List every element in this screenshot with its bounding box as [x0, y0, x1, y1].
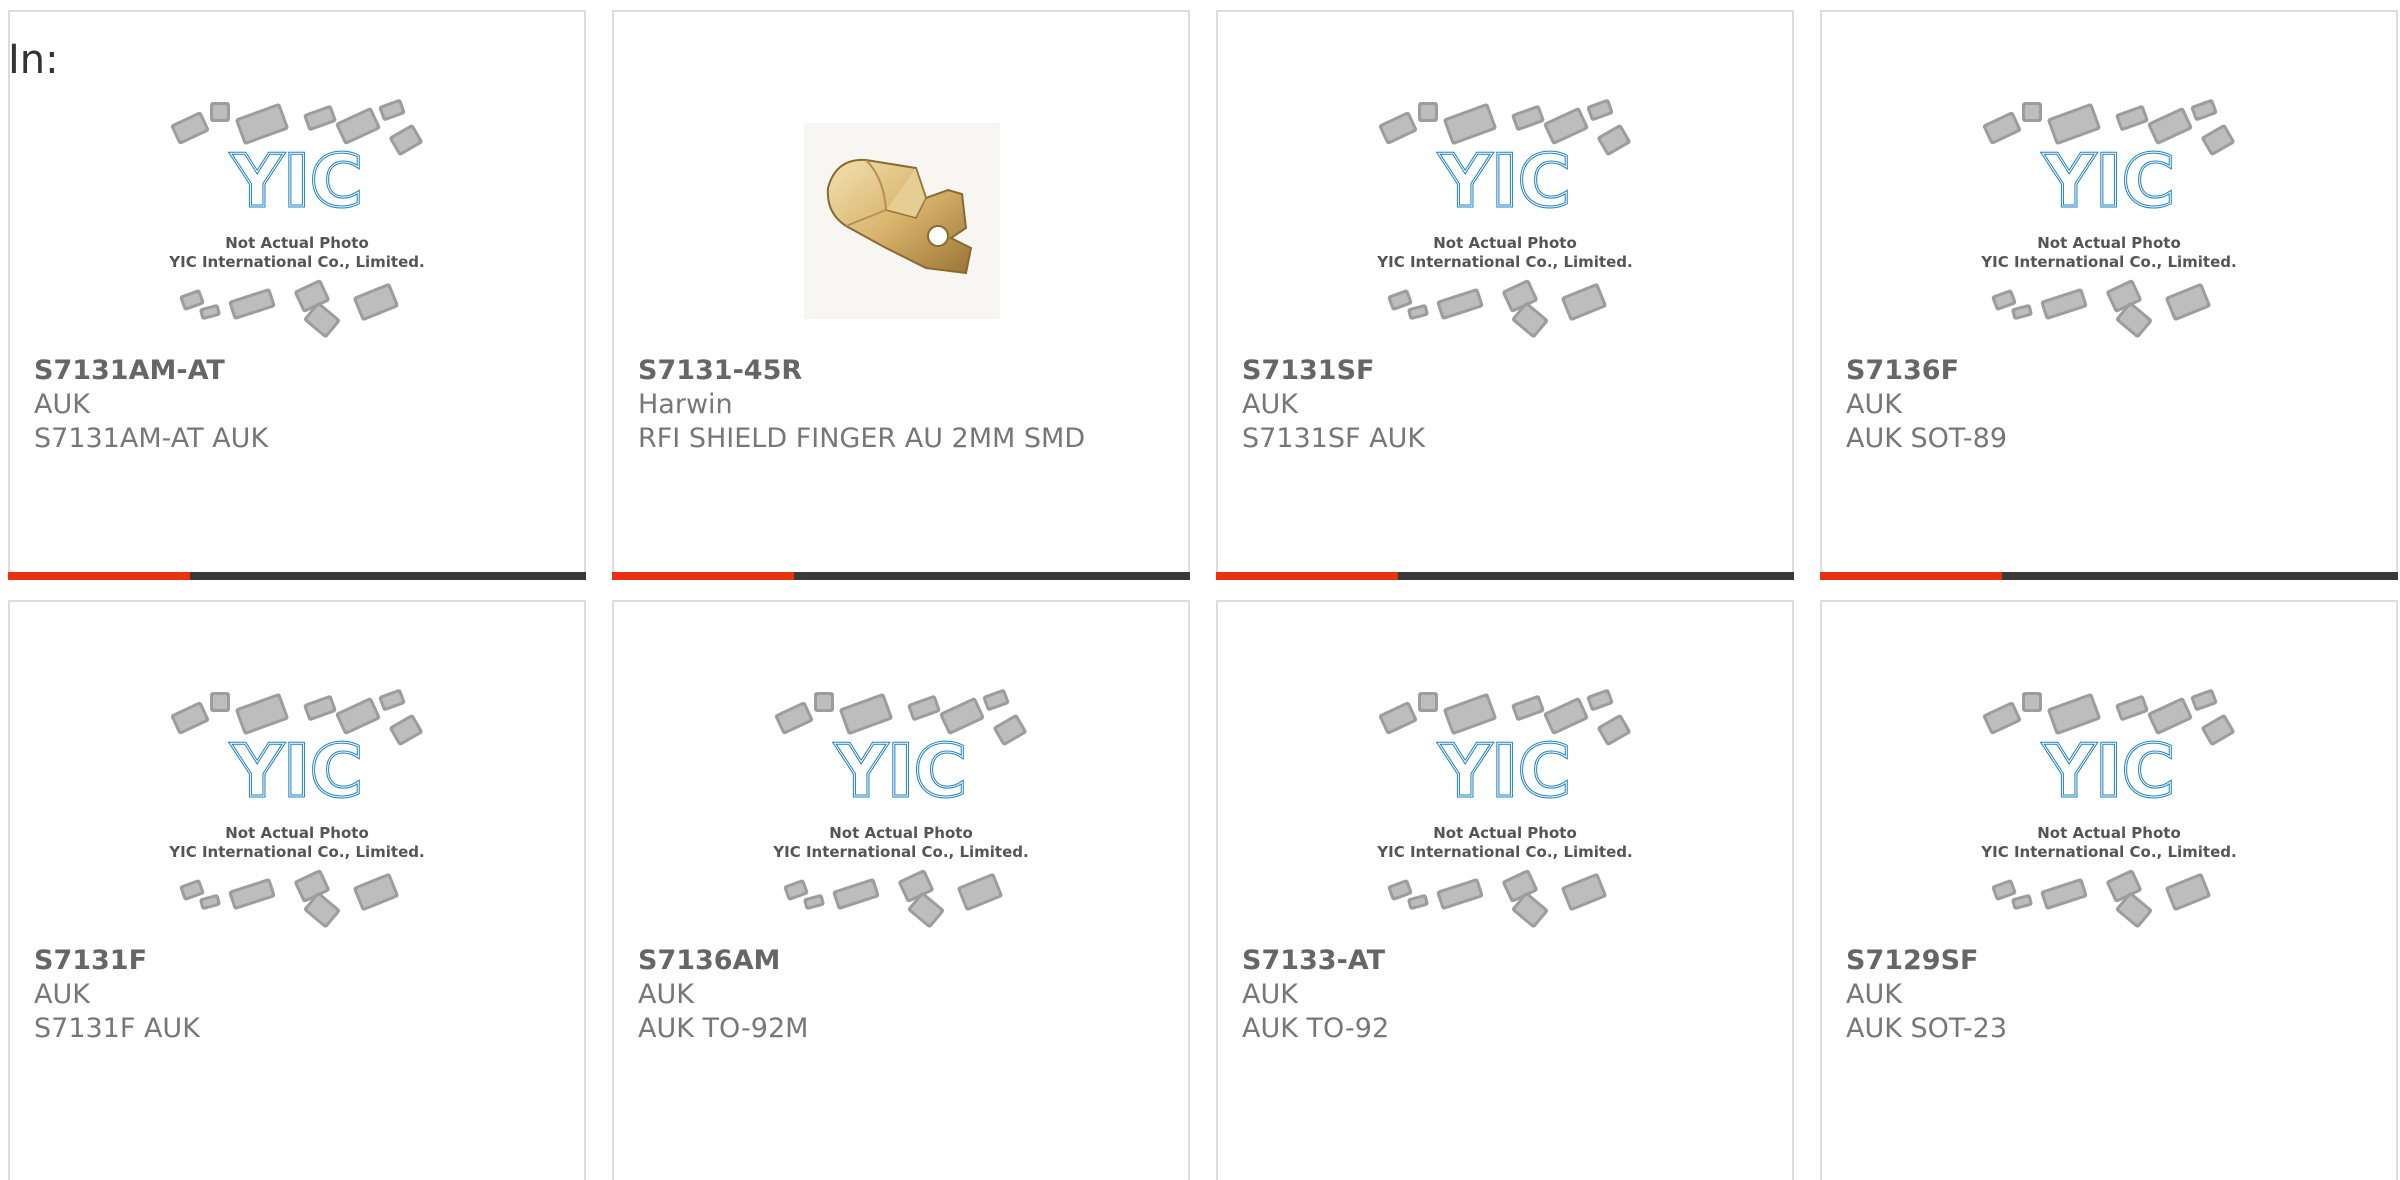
placeholder-line2: YIC International Co., Limited. — [772, 843, 1028, 861]
description: AUK SOT-23 — [1846, 1013, 2008, 1044]
product-info: S7131-45R Harwin RFI SHIELD FINGER AU 2M… — [638, 354, 1164, 456]
placeholder-line1: Not Actual Photo — [2037, 234, 2181, 252]
card-footer-accent — [1216, 572, 1398, 580]
description: S7131F AUK — [34, 1013, 200, 1044]
manufacturer: Harwin — [638, 389, 733, 420]
svg-text:YIC: YIC — [230, 729, 363, 813]
placeholder-line1: Not Actual Photo — [225, 234, 369, 252]
placeholder-line2: YIC International Co., Limited. — [168, 843, 424, 861]
description: AUK TO-92M — [638, 1013, 809, 1044]
product-card[interactable]: YIC YIC Not Actual Photo YIC International … — [1820, 600, 2398, 1180]
product-info: S7129SF AUK AUK SOT-23 — [1846, 944, 2372, 1046]
product-photo — [766, 98, 1036, 348]
shield-finger-image — [804, 123, 1000, 319]
product-image-placeholder: YIC YIC Not Actual Photo YIC International … — [1370, 98, 1640, 348]
product-card[interactable]: YIC YIC Not Actual Photo YIC International … — [1820, 10, 2398, 580]
product-info: S7131AM-AT AUK S7131AM-AT AUK — [34, 354, 560, 456]
svg-text:YIC: YIC — [1438, 139, 1571, 223]
card-footer-bar — [1820, 572, 2398, 580]
svg-text:YIC: YIC — [1438, 729, 1571, 813]
manufacturer: AUK — [34, 389, 90, 420]
placeholder-line2: YIC International Co., Limited. — [1376, 843, 1632, 861]
svg-text:YIC: YIC — [2042, 729, 2175, 813]
part-number[interactable]: S7136AM — [638, 944, 1164, 978]
part-number[interactable]: S7129SF — [1846, 944, 2372, 978]
product-card[interactable]: YIC YIC Not Actual Photo YIC International … — [612, 600, 1190, 1180]
card-footer-accent — [1820, 572, 2002, 580]
manufacturer: AUK — [1846, 389, 1902, 420]
placeholder-line2: YIC International Co., Limited. — [1376, 253, 1632, 271]
product-info: S7131F AUK S7131F AUK — [34, 944, 560, 1046]
part-number[interactable]: S7131F — [34, 944, 560, 978]
part-number[interactable]: S7131-45R — [638, 354, 1164, 388]
placeholder-line2: YIC International Co., Limited. — [1980, 843, 2236, 861]
description: AUK SOT-89 — [1846, 423, 2008, 454]
part-number[interactable]: S7131SF — [1242, 354, 1768, 388]
product-image-placeholder: YIC YIC Not Actual Photo YIC International … — [1370, 688, 1640, 938]
placeholder-line1: Not Actual Photo — [1433, 824, 1577, 842]
card-footer-bar — [8, 572, 586, 580]
product-card[interactable]: YIC YIC Not Actual Photo YIC International … — [8, 600, 586, 1180]
placeholder-line1: Not Actual Photo — [1433, 234, 1577, 252]
svg-text:YIC: YIC — [230, 139, 363, 223]
product-card[interactable]: YIC YIC Not Actual Photo YIC International … — [8, 10, 586, 580]
manufacturer: AUK — [1846, 979, 1902, 1010]
product-card[interactable]: YIC YIC Not Actual Photo YIC International … — [1216, 600, 1794, 1180]
description: S7131SF AUK — [1242, 423, 1426, 454]
product-info: S7133-AT AUK AUK TO-92 — [1242, 944, 1768, 1046]
placeholder-line1: Not Actual Photo — [225, 824, 369, 842]
product-card[interactable]: YIC YIC Not Actual Photo YIC International … — [1216, 10, 1794, 580]
part-number[interactable]: S7133-AT — [1242, 944, 1768, 978]
placeholder-line1: Not Actual Photo — [829, 824, 973, 842]
card-footer-accent — [8, 572, 190, 580]
description: AUK TO-92 — [1242, 1013, 1390, 1044]
product-image-placeholder: YIC YIC Not Actual Photo YIC International … — [1974, 688, 2244, 938]
results-heading: In: — [8, 37, 59, 83]
product-image-placeholder: YIC YIC Not Actual Photo YIC International … — [766, 688, 1036, 938]
product-info: S7136AM AUK AUK TO-92M — [638, 944, 1164, 1046]
placeholder-line1: Not Actual Photo — [2037, 824, 2181, 842]
description: S7131AM-AT AUK — [34, 423, 269, 454]
product-image-placeholder: YIC YIC Not Actual Photo YIC International … — [162, 98, 432, 348]
manufacturer: AUK — [34, 979, 90, 1010]
card-footer-bar — [612, 572, 1190, 580]
card-footer-accent — [612, 572, 794, 580]
card-footer-bar — [1216, 572, 1794, 580]
part-number[interactable]: S7136F — [1846, 354, 2372, 388]
product-info: S7136F AUK AUK SOT-89 — [1846, 354, 2372, 456]
manufacturer: AUK — [638, 979, 694, 1010]
product-image-placeholder: YIC YIC Not Actual Photo YIC International … — [1974, 98, 2244, 348]
manufacturer: AUK — [1242, 979, 1298, 1010]
product-card[interactable]: S7131-45R Harwin RFI SHIELD FINGER AU 2M… — [612, 10, 1190, 580]
placeholder-line2: YIC International Co., Limited. — [168, 253, 424, 271]
part-number[interactable]: S7131AM-AT — [34, 354, 560, 388]
svg-text:YIC: YIC — [834, 729, 967, 813]
description: RFI SHIELD FINGER AU 2MM SMD — [638, 423, 1086, 454]
product-info: S7131SF AUK S7131SF AUK — [1242, 354, 1768, 456]
placeholder-line2: YIC International Co., Limited. — [1980, 253, 2236, 271]
product-image-placeholder: YIC YIC Not Actual Photo YIC International … — [162, 688, 432, 938]
manufacturer: AUK — [1242, 389, 1298, 420]
svg-text:YIC: YIC — [2042, 139, 2175, 223]
